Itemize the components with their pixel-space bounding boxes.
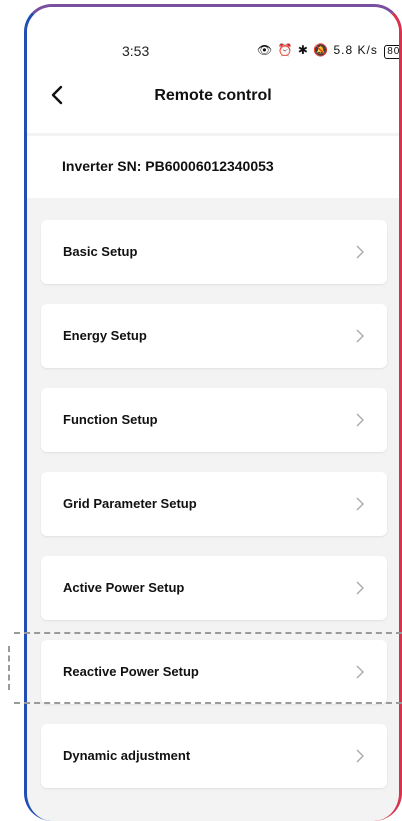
- inverter-sn-card: Inverter SN: PB60006012340053: [27, 136, 399, 198]
- menu-item-grid-parameter-setup[interactable]: Grid Parameter Setup: [41, 472, 387, 536]
- menu-item-label: Function Setup: [63, 412, 158, 427]
- chevron-right-icon: [356, 749, 364, 763]
- inverter-sn-label: Inverter SN: PB60006012340053: [62, 158, 274, 174]
- battery-icon: 80: [384, 45, 399, 59]
- menu-item-dynamic-adjustment[interactable]: Dynamic adjustment: [41, 724, 387, 788]
- menu-item-label: Grid Parameter Setup: [63, 496, 197, 511]
- highlight-dashed-edge: [8, 646, 12, 690]
- menu-item-label: Dynamic adjustment: [63, 748, 191, 763]
- chevron-right-icon: [356, 497, 364, 511]
- menu-item-energy-setup[interactable]: Energy Setup: [41, 304, 387, 368]
- chevron-right-icon: [356, 665, 364, 679]
- menu-item-reactive-power-setup[interactable]: Reactive Power Setup: [41, 640, 387, 704]
- menu-item-basic-setup[interactable]: Basic Setup: [41, 220, 387, 284]
- menu-item-label: Active Power Setup: [63, 580, 185, 595]
- chevron-right-icon: [356, 581, 364, 595]
- status-bar: 3:53 👁 ⏰ ✱ 🔕 5.8 K/s 80: [27, 43, 399, 63]
- status-icons: 👁 ⏰ ✱ 🔕 5.8 K/s 80: [257, 43, 399, 59]
- chevron-right-icon: [356, 245, 364, 259]
- header: Remote control: [27, 79, 399, 115]
- status-icons-text: 👁 ⏰ ✱ 🔕 5.8 K/s: [257, 43, 378, 57]
- menu-item-active-power-setup[interactable]: Active Power Setup: [41, 556, 387, 620]
- top-bar: 3:53 👁 ⏰ ✱ 🔕 5.8 K/s 80 Remote control: [27, 7, 399, 133]
- menu-item-label: Basic Setup: [63, 244, 138, 259]
- status-time: 3:53: [122, 43, 150, 59]
- menu-item-label: Reactive Power Setup: [63, 664, 199, 679]
- phone-frame: 3:53 👁 ⏰ ✱ 🔕 5.8 K/s 80 Remote control I…: [24, 4, 402, 821]
- page-title: Remote control: [154, 87, 272, 104]
- chevron-right-icon: [356, 413, 364, 427]
- menu-item-label: Energy Setup: [63, 328, 147, 343]
- menu-item-function-setup[interactable]: Function Setup: [41, 388, 387, 452]
- chevron-right-icon: [356, 329, 364, 343]
